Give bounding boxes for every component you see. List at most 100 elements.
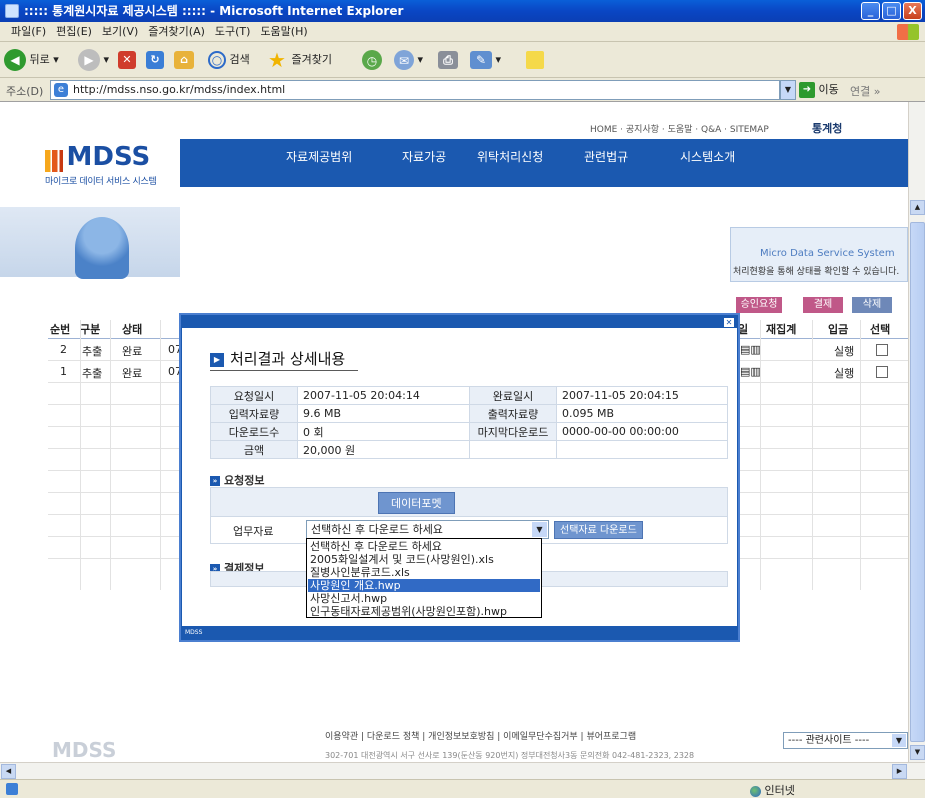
- result-info-table: 요청일시 2007-11-05 20:04:14 완료일시 2007-11-05…: [210, 386, 728, 459]
- vertical-scrollbar[interactable]: ▲ ▼: [908, 102, 925, 762]
- horizontal-scrollbar[interactable]: ◀ ▶: [0, 762, 925, 779]
- mail-button[interactable]: ✉ ▾: [394, 48, 423, 72]
- search-button[interactable]: ○ 검색: [208, 48, 250, 72]
- scroll-up-icon[interactable]: ▲: [910, 200, 925, 215]
- related-sites-select[interactable]: ---- 관련사이트 ---- ▼: [783, 732, 908, 749]
- maximize-button[interactable]: □: [882, 2, 901, 20]
- data-format-button[interactable]: 데이터포멧: [378, 492, 455, 514]
- favorites-button[interactable]: ★ 즐겨찾기: [266, 48, 332, 72]
- nav-item-request[interactable]: 위탁처리신청: [477, 148, 543, 165]
- info-row: 요청일시 2007-11-05 20:04:14 완료일시 2007-11-05…: [210, 386, 728, 405]
- scroll-left-icon[interactable]: ◀: [1, 764, 16, 779]
- refresh-button[interactable]: ↻: [146, 48, 164, 72]
- info-value: [556, 440, 728, 459]
- close-window-button[interactable]: X: [903, 2, 922, 20]
- menu-file[interactable]: 파일(F): [6, 22, 51, 42]
- chevron-down-icon[interactable]: ▼: [532, 522, 547, 537]
- result-detail-modal: ✕ ▶ 처리결과 상세내용 요청일시 2007-11-05 20:04:14 완료…: [181, 315, 738, 640]
- ie-app-icon: [5, 4, 19, 18]
- history-button[interactable]: ◷: [362, 48, 382, 72]
- stop-button[interactable]: ✕: [118, 48, 136, 72]
- option-item[interactable]: 사망신고서.hwp: [308, 592, 540, 605]
- row-status: 완료: [122, 367, 143, 380]
- approval-request-button[interactable]: 승인요청: [736, 297, 782, 313]
- footer-logo: MDSS: [52, 738, 117, 762]
- windows-logo-icon: [897, 24, 919, 40]
- info-value: 0000-00-00 00:00:00: [556, 422, 728, 441]
- menu-help[interactable]: 도움말(H): [255, 22, 312, 42]
- logo-bars-icon: [45, 150, 63, 172]
- edit-icon: ✎: [470, 51, 492, 69]
- nav-item-about[interactable]: 시스템소개: [680, 148, 735, 165]
- option-item[interactable]: 질병사인분류코드.xls: [308, 566, 540, 579]
- page-status-icon: [6, 783, 18, 795]
- top-links[interactable]: HOME · 공지사항 · 도움말 · Q&A · SITEMAP: [590, 122, 769, 135]
- option-item-selected[interactable]: 사망원인 개요.hwp: [308, 579, 540, 592]
- download-selected-button[interactable]: 선택자료 다운로드: [554, 521, 643, 539]
- minimize-button[interactable]: _: [861, 2, 880, 20]
- address-dropdown-icon[interactable]: ▼: [780, 80, 796, 100]
- col-no: 순번: [50, 323, 71, 336]
- mascot-image: [75, 217, 129, 279]
- nav-item-scope[interactable]: 자료제공범위: [286, 148, 352, 165]
- row-checkbox[interactable]: [876, 366, 888, 378]
- home-button[interactable]: ⌂: [174, 48, 194, 72]
- option-item[interactable]: 2005화일설계서 및 코드(사망원인).xls: [308, 553, 540, 566]
- info-panel-title: Micro Data Service System: [760, 248, 895, 259]
- nav-item-processing[interactable]: 자료가공: [402, 148, 446, 165]
- work-data-options-list[interactable]: 선택하신 후 다운로드 하세요 2005화일설계서 및 코드(사망원인).xls…: [306, 538, 542, 618]
- address-input[interactable]: e http://mdss.nso.go.kr/mdss/index.html: [50, 80, 780, 100]
- col-reaggregate: 재집계: [766, 323, 797, 336]
- menu-view[interactable]: 보기(V): [97, 22, 143, 42]
- scroll-thumb[interactable]: [910, 222, 925, 742]
- site-logo[interactable]: MDSS 마이크로 데이터 서비스 시스템: [45, 142, 157, 187]
- menu-edit[interactable]: 편집(E): [51, 22, 97, 42]
- info-value: 2007-11-05 20:04:15: [556, 386, 728, 405]
- work-data-select[interactable]: 선택하신 후 다운로드 하세요 ▼: [306, 520, 549, 539]
- favorites-label: 즐겨찾기: [291, 53, 332, 66]
- agency-logo[interactable]: 통계청: [812, 120, 842, 136]
- scroll-down-icon[interactable]: ▼: [910, 745, 925, 760]
- document-icon[interactable]: ▤▥: [740, 343, 761, 356]
- back-button[interactable]: ◀ 뒤로 ▾: [4, 48, 59, 72]
- info-key: 금액: [210, 440, 298, 459]
- address-label: 주소(D): [6, 85, 44, 98]
- logo-word: MDSS: [66, 142, 151, 172]
- back-arrow-icon: ◀: [4, 49, 26, 71]
- info-key: 다운로드수: [210, 422, 298, 441]
- option-item[interactable]: 인구동태자료제공범위(사망원인포함).hwp: [308, 605, 540, 618]
- document-icon[interactable]: ▤▥: [740, 365, 761, 378]
- links-button[interactable]: 연결 »: [850, 83, 880, 99]
- scroll-right-icon[interactable]: ▶: [892, 764, 907, 779]
- delete-button[interactable]: 삭제: [852, 297, 892, 313]
- address-bar: 주소(D) e http://mdss.nso.go.kr/mdss/index…: [0, 78, 925, 102]
- menu-bar: 파일(F) 편집(E) 보기(V) 즐겨찾기(A) 도구(T) 도움말(H): [0, 22, 925, 42]
- menu-favorites[interactable]: 즐겨찾기(A): [143, 22, 210, 42]
- row-type: 추출: [82, 345, 103, 358]
- go-label: 이동: [818, 83, 839, 96]
- info-panel-desc: 처리현황을 통해 상태를 확인할 수 있습니다.: [733, 267, 900, 277]
- menu-tools[interactable]: 도구(T): [210, 22, 256, 42]
- option-item[interactable]: 선택하신 후 다운로드 하세요: [308, 540, 540, 553]
- column-divider: [160, 320, 161, 590]
- footer-links[interactable]: 이용약관 | 다운로드 정책 | 개인정보보호방침 | 이메일무단수집거부 | …: [325, 729, 636, 742]
- zone-label: 인터넷: [764, 784, 795, 797]
- notes-button[interactable]: [526, 48, 544, 72]
- footer-address: 302-701 대전광역시 서구 선사로 139(둔산동 920번지) 정부대전…: [325, 751, 695, 760]
- row-checkbox[interactable]: [876, 344, 888, 356]
- address-url: http://mdss.nso.go.kr/mdss/index.html: [73, 83, 286, 96]
- print-button[interactable]: ⎙: [438, 48, 458, 72]
- work-data-label: 업무자료: [233, 525, 274, 538]
- title-underline: [210, 370, 358, 371]
- info-key: [469, 440, 557, 459]
- edit-button[interactable]: ✎ ▾: [470, 48, 501, 72]
- info-value: 20,000 원: [297, 440, 470, 459]
- go-button[interactable]: ➜ 이동: [799, 81, 839, 99]
- payment-button[interactable]: 결제: [803, 297, 843, 313]
- nav-item-law[interactable]: 관련법규: [584, 148, 628, 165]
- forward-button[interactable]: ▶ ▾: [78, 48, 109, 72]
- request-section-label: 요청정보: [224, 474, 265, 487]
- modal-title-text: 처리결과 상세내용: [230, 350, 346, 368]
- modal-close-icon[interactable]: ✕: [724, 318, 734, 327]
- search-icon: ○: [208, 51, 226, 69]
